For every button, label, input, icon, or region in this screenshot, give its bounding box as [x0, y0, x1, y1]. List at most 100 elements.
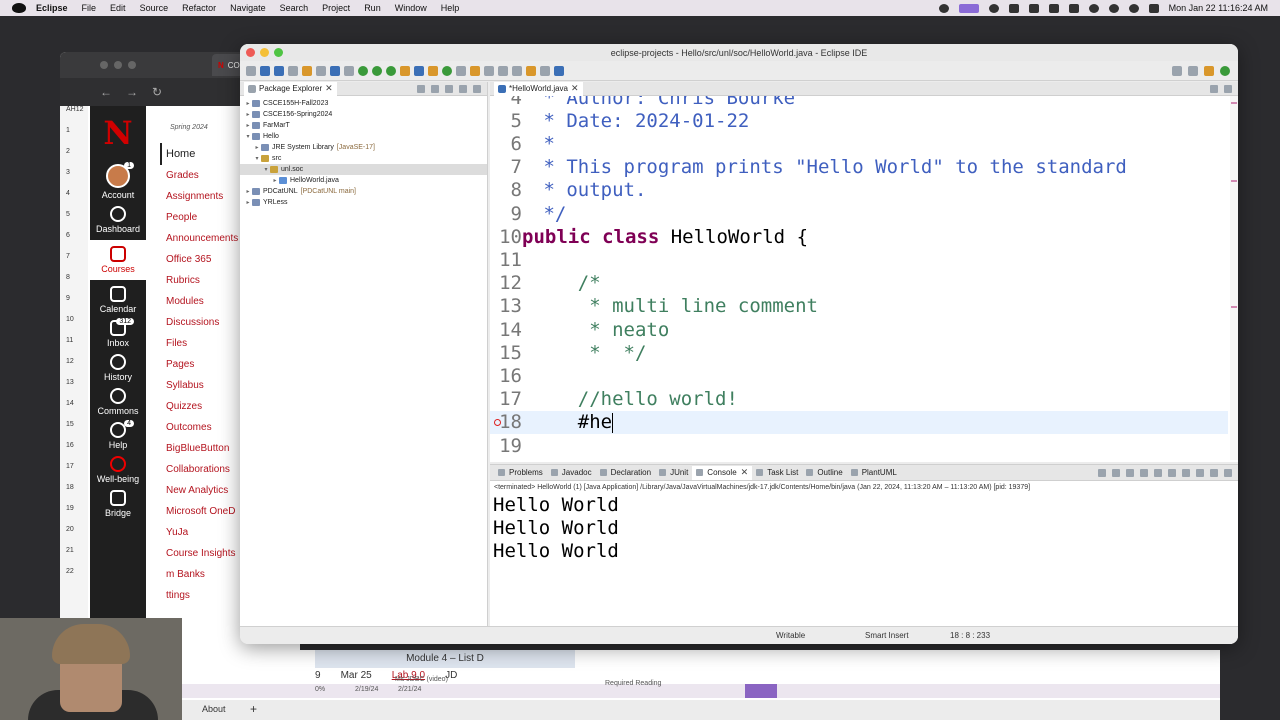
overview-ruler[interactable] [1230, 96, 1238, 460]
close-tab-icon[interactable]: ✕ [325, 83, 333, 94]
debug-icon[interactable] [358, 65, 368, 76]
minimize-icon[interactable] [1210, 468, 1218, 477]
unl-logo[interactable]: N [103, 114, 132, 152]
collapse-all-icon[interactable] [417, 84, 425, 93]
menu-run[interactable]: Run [364, 3, 381, 13]
external-tools-icon[interactable] [400, 65, 410, 76]
code-line[interactable]: 9 */ [490, 202, 1228, 225]
back-icon[interactable]: ← [100, 85, 112, 99]
tab-junit[interactable]: JUnit [655, 466, 692, 480]
save-all-icon[interactable] [274, 65, 284, 76]
maximize-icon[interactable] [1224, 468, 1232, 477]
run-icon[interactable] [372, 65, 382, 76]
next-annotation-icon[interactable] [498, 65, 508, 76]
volume-icon[interactable] [1028, 3, 1039, 13]
minimize-view-icon[interactable] [459, 84, 467, 93]
menu-app[interactable]: Eclipse [36, 3, 68, 13]
menu-help[interactable]: Help [441, 3, 460, 13]
tree-item[interactable]: ▸ CSCE155H-Fall2023 [240, 98, 487, 109]
package-explorer-tab[interactable]: Package Explorer ✕ [244, 81, 337, 96]
module-banner[interactable]: Module 4 – List D [315, 650, 575, 668]
nav-wellbeing[interactable]: Well-being [90, 456, 146, 484]
code-line[interactable]: 4 * Author: Chris Bourke [490, 96, 1228, 109]
expand-arrow-icon[interactable]: ▸ [244, 111, 252, 118]
code-line[interactable]: 16 [490, 364, 1228, 387]
add-sheet-icon[interactable]: + [250, 702, 257, 716]
activity-icon[interactable] [988, 3, 999, 13]
overview-marker[interactable] [1231, 180, 1237, 182]
expand-arrow-icon[interactable]: ▸ [244, 188, 252, 195]
code-line[interactable]: 5 * Date: 2024-01-22 [490, 109, 1228, 132]
nav-dashboard[interactable]: Dashboard [90, 206, 146, 234]
terminate-icon[interactable] [1098, 468, 1106, 477]
java-perspective-icon[interactable] [1204, 65, 1214, 76]
window-close-dot[interactable] [100, 61, 108, 69]
spotlight-icon[interactable] [1128, 3, 1139, 13]
link-editor-icon[interactable] [431, 84, 439, 93]
code-line[interactable]: 6 * [490, 132, 1228, 155]
word-wrap-icon[interactable] [1154, 468, 1162, 477]
bluetooth-icon[interactable] [1048, 3, 1059, 13]
tab-plantuml[interactable]: PlantUML [847, 466, 901, 480]
code-line[interactable]: 14 * neato [490, 318, 1228, 341]
menu-file[interactable]: File [82, 3, 97, 13]
code-line[interactable]: 7 * This program prints "Hello World" to… [490, 156, 1228, 179]
pin-console-icon[interactable] [1168, 468, 1176, 477]
menu-source[interactable]: Source [140, 3, 169, 13]
nav-history[interactable]: History [90, 354, 146, 382]
code-line[interactable]: 13 * multi line comment [490, 295, 1228, 318]
expand-arrow-icon[interactable]: ▸ [244, 199, 252, 206]
terminal-icon[interactable] [330, 65, 340, 76]
maximize-view-icon[interactable] [473, 84, 481, 93]
error-marker-icon[interactable] [494, 418, 501, 426]
skip-breakpoints-icon[interactable] [344, 65, 354, 76]
reload-icon[interactable]: ↻ [152, 85, 162, 99]
menu-navigate[interactable]: Navigate [230, 3, 266, 13]
status-insert-mode[interactable]: Smart Insert [865, 631, 909, 640]
open-perspective-icon[interactable] [1188, 65, 1198, 76]
apple-icon[interactable] [12, 3, 26, 13]
menu-project[interactable]: Project [322, 3, 350, 13]
expand-arrow-icon[interactable]: ▸ [244, 122, 252, 129]
code-line[interactable]: 8 * output. [490, 179, 1228, 202]
redo-icon[interactable] [316, 65, 326, 76]
prev-annotation-icon[interactable] [512, 65, 522, 76]
expand-arrow-icon[interactable]: ▸ [244, 100, 252, 107]
tree-item[interactable]: ▸ JRE System Library [JavaSE-17] [240, 142, 487, 153]
editor-tab[interactable]: *HelloWorld.java ✕ [494, 81, 583, 96]
tree-item[interactable]: ▾ src [240, 153, 487, 164]
new-class-icon[interactable] [442, 65, 452, 76]
back-nav-icon[interactable] [526, 65, 536, 76]
new-icon[interactable] [246, 65, 256, 76]
toggle-mark-icon[interactable] [484, 65, 494, 76]
tree-item[interactable]: ▾ Hello [240, 131, 487, 142]
remove-all-icon[interactable] [1126, 468, 1134, 477]
code-line[interactable]: 10 public class HelloWorld { [490, 225, 1228, 248]
coverage-icon[interactable] [386, 65, 396, 76]
save-icon[interactable] [260, 65, 270, 76]
wifi-icon[interactable] [1088, 3, 1099, 13]
tab-task-list[interactable]: Task List [752, 466, 802, 480]
tab-problems[interactable]: Problems [494, 466, 547, 480]
menu-search[interactable]: Search [280, 3, 309, 13]
menu-edit[interactable]: Edit [110, 3, 126, 13]
code-line[interactable]: 19 [490, 434, 1228, 457]
tree-item[interactable]: ▸ PDCatUNL [PDCatUNL main] [240, 186, 487, 197]
nav-inbox[interactable]: 312 Inbox [90, 318, 146, 348]
maximize-editor-icon[interactable] [1224, 84, 1232, 93]
new-java-project-icon[interactable] [414, 65, 424, 76]
tree-item[interactable]: ▸ YRLess [240, 197, 487, 208]
code-line[interactable]: 11 [490, 248, 1228, 271]
tab-console[interactable]: Console ✕ [692, 465, 753, 480]
nav-bridge[interactable]: Bridge [90, 490, 146, 518]
expand-arrow-icon[interactable]: ▸ [253, 144, 261, 151]
scroll-lock-icon[interactable] [1140, 468, 1148, 477]
overview-marker[interactable] [1231, 306, 1237, 308]
code-line[interactable]: 15 * */ [490, 341, 1228, 364]
schedule-video[interactable]: Ms JDBC (video) [395, 676, 448, 683]
open-console-icon[interactable] [1196, 468, 1204, 477]
display-console-icon[interactable] [1182, 468, 1190, 477]
battery-icon[interactable] [1068, 3, 1079, 13]
undo-icon[interactable] [302, 65, 312, 76]
overview-marker[interactable] [1231, 102, 1237, 104]
